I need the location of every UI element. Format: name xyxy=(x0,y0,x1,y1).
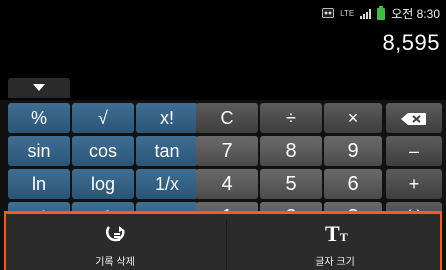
result-display: 8,595 xyxy=(382,30,440,55)
font-size-label: 글자 크기 xyxy=(315,257,355,268)
collapse-keypad-tab[interactable] xyxy=(8,78,70,98)
factorial-key[interactable]: x! xyxy=(136,103,198,133)
log-key[interactable]: log xyxy=(72,169,134,199)
clear-history-label: 기록 삭제 xyxy=(95,257,135,268)
multiply-key[interactable]: × xyxy=(324,103,382,133)
digit-4-key[interactable]: 4 xyxy=(196,169,258,199)
font-size-menu-item[interactable]: TT 글자 크기 xyxy=(228,214,442,270)
digit-5-key[interactable]: 5 xyxy=(260,169,322,199)
digit-9-key[interactable]: 9 xyxy=(324,136,382,166)
options-menu: 기록 삭제 TT 글자 크기 xyxy=(4,211,442,270)
digit-8-key[interactable]: 8 xyxy=(260,136,322,166)
ln-key[interactable]: ln xyxy=(8,169,70,199)
notification-icon xyxy=(322,7,335,21)
backspace-icon xyxy=(401,113,426,126)
divide-key[interactable]: ÷ xyxy=(260,103,322,133)
battery-icon xyxy=(377,5,386,20)
font-size-icon: TT xyxy=(325,221,348,246)
signal-icon xyxy=(360,8,372,19)
tan-key[interactable]: tan xyxy=(136,136,198,166)
clear-history-menu-item[interactable]: 기록 삭제 xyxy=(6,214,224,270)
cos-key[interactable]: cos xyxy=(72,136,134,166)
percent-key[interactable]: % xyxy=(8,103,70,133)
plus-key[interactable]: + xyxy=(386,169,442,199)
status-bar: LTE 오전 8:30 xyxy=(0,0,446,22)
digit-6-key[interactable]: 6 xyxy=(324,169,382,199)
menu-divider xyxy=(226,220,227,270)
digit-7-key[interactable]: 7 xyxy=(196,136,258,166)
reciprocal-key[interactable]: 1/x xyxy=(136,169,198,199)
backspace-key[interactable] xyxy=(386,103,442,133)
lte-icon: LTE xyxy=(340,8,355,18)
status-time: 오전 8:30 xyxy=(391,7,440,21)
clear-history-icon xyxy=(105,224,127,251)
sin-key[interactable]: sin xyxy=(8,136,70,166)
clear-key[interactable]: C xyxy=(196,103,258,133)
sqrt-key[interactable]: √ xyxy=(72,103,134,133)
minus-key[interactable]: – xyxy=(386,136,442,166)
